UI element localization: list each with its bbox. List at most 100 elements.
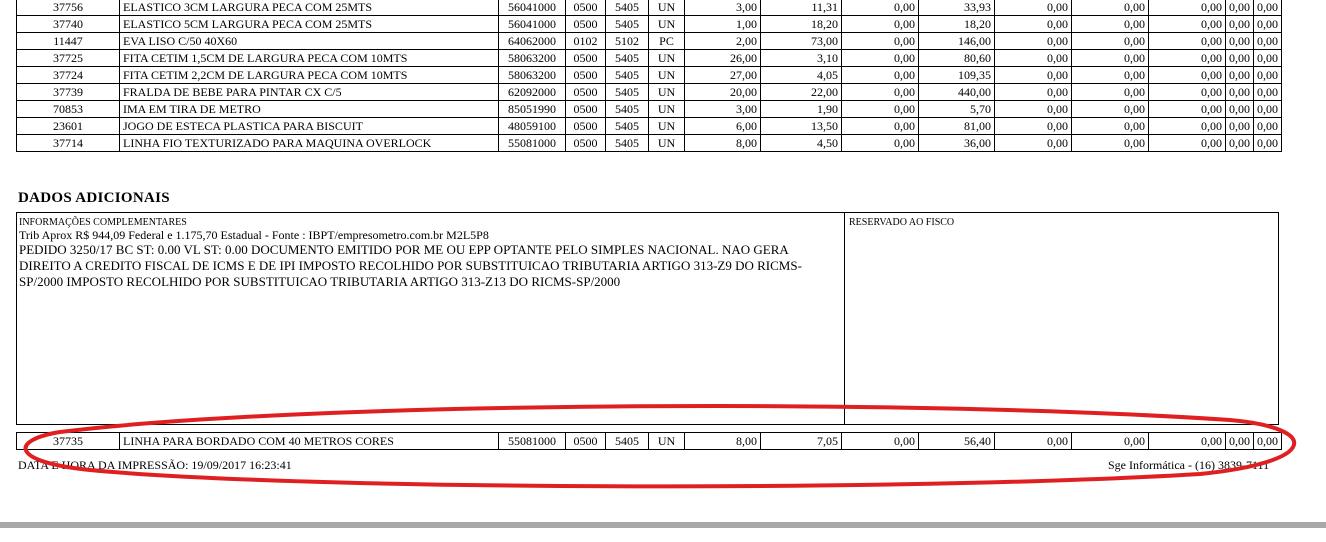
cell-icms: 0,00 [1071,117,1149,135]
cell-ncm: 55081000 [498,134,566,152]
cell-vtotal: 56,40 [918,432,995,450]
cell-icms: 0,00 [1071,66,1149,84]
cell-code: 70853 [16,100,120,118]
cell-desc: LINHA PARA BORDADO COM 40 METROS CORES [119,432,499,450]
cell-cst: 0500 [565,432,606,450]
cell-aliq-icms: 0,00 [1225,100,1254,118]
cell-aliq-ipi: 0,00 [1253,432,1282,450]
cell-qtd: 3,00 [684,0,761,16]
cell-bc: 0,00 [994,32,1072,50]
cell-vunit: 3,10 [760,49,842,67]
cell-bc: 0,00 [994,432,1072,450]
cell-vtotal: 146,00 [918,32,995,50]
cell-ipi: 0,00 [1148,117,1226,135]
extra-item-body: 37735 LINHA PARA BORDADO COM 40 METROS CO… [16,432,1282,450]
table-row: 37735 LINHA PARA BORDADO COM 40 METROS CO… [16,432,1282,450]
cell-aliq-icms: 0,00 [1225,134,1254,152]
cell-aliq-icms: 0,00 [1225,432,1254,450]
table-row: 37740 ELASTICO 5CM LARGURA PECA COM 25MTS… [16,15,1282,33]
dados-adicionais-title: DADOS ADICIONAIS [18,190,170,206]
cell-code: 37725 [16,49,120,67]
cell-ipi: 0,00 [1148,0,1226,16]
cell-desc-val: 0,00 [841,117,919,135]
cell-aliq-ipi: 0,00 [1253,0,1282,16]
cell-desc-val: 0,00 [841,100,919,118]
cell-desc-val: 0,00 [841,432,919,450]
cell-aliq-ipi: 0,00 [1253,117,1282,135]
cell-icms: 0,00 [1071,15,1149,33]
cell-qtd: 1,00 [684,15,761,33]
table-row: 37714 LINHA FIO TEXTURIZADO PARA MAQUINA … [16,134,1282,152]
cell-ipi: 0,00 [1148,134,1226,152]
cell-cst: 0500 [565,83,606,101]
cell-ncm: 58063200 [498,49,566,67]
cell-ipi: 0,00 [1148,32,1226,50]
cell-vtotal: 33,93 [918,0,995,16]
cell-aliq-ipi: 0,00 [1253,32,1282,50]
cell-cfop: 5405 [605,432,649,450]
cell-ncm: 55081000 [498,432,566,450]
cell-desc: ELASTICO 5CM LARGURA PECA COM 25MTS [119,15,499,33]
cell-code: 23601 [16,117,120,135]
cell-code: 37756 [16,0,120,16]
cell-cst: 0102 [565,32,606,50]
cell-ncm: 58063200 [498,66,566,84]
cell-ncm: 64062000 [498,32,566,50]
cell-desc-val: 0,00 [841,0,919,16]
cell-un: UN [648,432,685,450]
page-separator-bar [0,522,1326,528]
cell-cst: 0500 [565,100,606,118]
cell-aliq-icms: 0,00 [1225,49,1254,67]
cell-ipi: 0,00 [1148,15,1226,33]
cell-bc: 0,00 [994,0,1072,16]
cell-cst: 0500 [565,49,606,67]
cell-aliq-icms: 0,00 [1225,117,1254,135]
cell-icms: 0,00 [1071,0,1149,16]
informacoes-complementares-box: INFORMAÇÕES COMPLEMENTARES Trib Aprox R$… [17,213,845,424]
cell-desc: FITA CETIM 2,2CM DE LARGURA PECA COM 10M… [119,66,499,84]
cell-un: UN [648,83,685,101]
cell-un: UN [648,49,685,67]
cell-cfop: 5405 [605,83,649,101]
dados-adicionais-box: INFORMAÇÕES COMPLEMENTARES Trib Aprox R$… [16,212,1279,425]
cell-cfop: 5405 [605,134,649,152]
cell-ncm: 85051990 [498,100,566,118]
cell-qtd: 20,00 [684,83,761,101]
cell-desc: FITA CETIM 1,5CM DE LARGURA PECA COM 10M… [119,49,499,67]
cell-bc: 0,00 [994,66,1072,84]
cell-aliq-icms: 0,00 [1225,32,1254,50]
cell-ncm: 48059100 [498,117,566,135]
cell-cfop: 5405 [605,49,649,67]
cell-desc: IMA EM TIRA DE METRO [119,100,499,118]
cell-cst: 0500 [565,117,606,135]
cell-bc: 0,00 [994,83,1072,101]
items-table: 37756 ELASTICO 3CM LARGURA PECA COM 25MTS… [16,0,1282,152]
cell-bc: 0,00 [994,117,1072,135]
cell-un: UN [648,15,685,33]
informacoes-complementares-text: PEDIDO 3250/17 BC ST: 0.00 VL ST: 0.00 D… [19,242,802,289]
cell-desc-val: 0,00 [841,134,919,152]
table-row: 70853 IMA EM TIRA DE METRO 85051990 0500 540… [16,100,1282,118]
cell-ncm: 56041000 [498,15,566,33]
cell-desc: FRALDA DE BEBE PARA PINTAR CX C/5 [119,83,499,101]
cell-icms: 0,00 [1071,134,1149,152]
cell-icms: 0,00 [1071,432,1149,450]
cell-bc: 0,00 [994,134,1072,152]
cell-ipi: 0,00 [1148,83,1226,101]
cell-qtd: 8,00 [684,432,761,450]
cell-aliq-ipi: 0,00 [1253,83,1282,101]
cell-vtotal: 81,00 [918,117,995,135]
cell-code: 37714 [16,134,120,152]
cell-code: 37739 [16,83,120,101]
cell-icms: 0,00 [1071,83,1149,101]
cell-desc-val: 0,00 [841,66,919,84]
cell-aliq-ipi: 0,00 [1253,66,1282,84]
cell-code: 11447 [16,32,120,50]
cell-vunit: 11,31 [760,0,842,16]
cell-un: UN [648,0,685,16]
software-credit: Sge Informática - (16) 3839-7111 [1108,458,1270,472]
cell-icms: 0,00 [1071,49,1149,67]
cell-un: PC [648,32,685,50]
table-row: 37739 FRALDA DE BEBE PARA PINTAR CX C/5 62… [16,83,1282,101]
cell-qtd: 27,00 [684,66,761,84]
